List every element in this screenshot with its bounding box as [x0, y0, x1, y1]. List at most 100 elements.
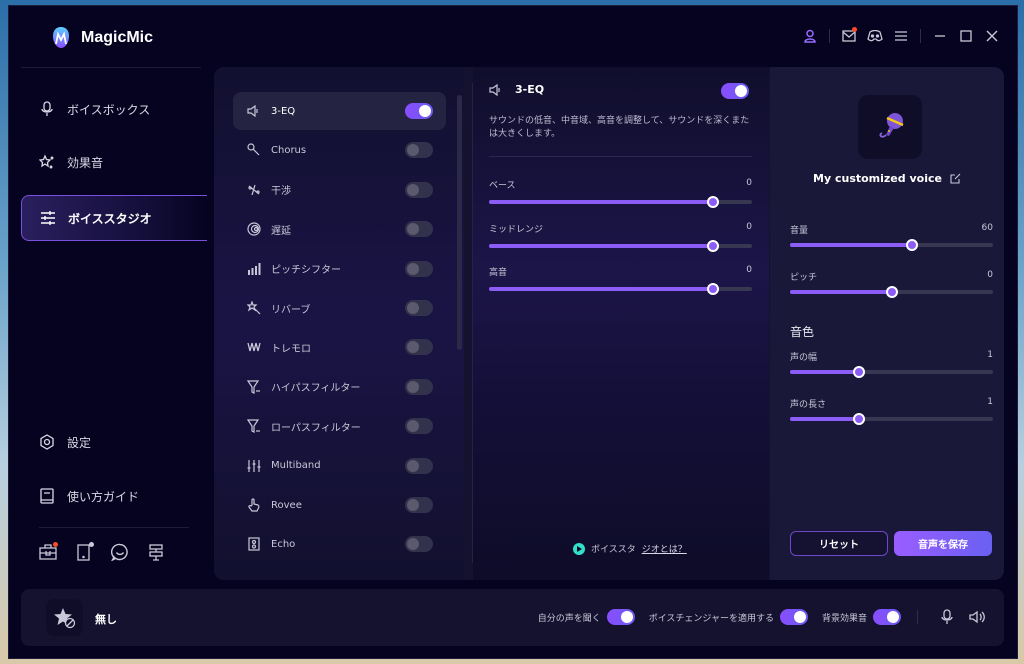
slider-value: 1	[987, 350, 993, 360]
effect-toggle[interactable]	[405, 260, 433, 277]
toggle-knob	[793, 611, 806, 623]
slider-fill	[790, 290, 892, 294]
close-icon[interactable]	[979, 26, 1005, 46]
chat-icon[interactable]	[110, 543, 129, 562]
sidebar-item-label: 使い方ガイド	[67, 489, 140, 504]
microphone-icon[interactable]	[938, 608, 956, 626]
slider-fill	[489, 287, 713, 291]
help-prefix: ボイススタ	[591, 545, 636, 555]
apply-voice-changer-toggle[interactable]	[779, 609, 808, 625]
slider-track[interactable]	[489, 196, 752, 208]
effect-item[interactable]: 干渉	[233, 171, 446, 209]
slider-thumb[interactable]	[707, 239, 719, 252]
signpost-icon[interactable]	[147, 543, 165, 561]
sidebar-item-label: 設定	[67, 435, 92, 450]
effect-item[interactable]: 遅延	[233, 210, 446, 248]
divider	[917, 610, 918, 624]
speaker-icon	[247, 104, 261, 118]
slider-track[interactable]	[489, 283, 752, 295]
minimize-icon[interactable]	[927, 26, 953, 46]
effect-toggle[interactable]	[405, 457, 433, 474]
hand-icon	[247, 498, 261, 512]
effect-item[interactable]: Multiband	[233, 447, 446, 485]
effect-toggle[interactable]	[405, 339, 433, 356]
slider-track[interactable]	[489, 239, 752, 252]
effect-toggle[interactable]	[405, 536, 433, 553]
notification-dot	[53, 542, 58, 547]
menu-icon[interactable]	[888, 26, 914, 46]
eq-enable-toggle[interactable]	[721, 83, 749, 99]
effect-toggle[interactable]	[405, 378, 433, 395]
toggle-knob	[407, 341, 419, 354]
effect-item[interactable]: リバーブ	[233, 289, 446, 327]
effect-toggle[interactable]	[405, 221, 433, 238]
sidebar-item-guide[interactable]: 使い方ガイド	[21, 473, 207, 519]
tremolo-wave-icon	[247, 340, 261, 354]
sidebar-item-voice-studio[interactable]: ボイススタジオ	[21, 195, 207, 241]
effect-item[interactable]: 3-EQ	[233, 92, 446, 130]
discord-icon[interactable]	[862, 26, 888, 46]
effect-toggle[interactable]	[405, 418, 433, 435]
slider-thumb[interactable]	[707, 283, 719, 295]
effect-item[interactable]: ピッチシフター	[233, 250, 446, 288]
divider	[920, 29, 921, 43]
sidebar-item-sound-effects[interactable]: 効果音	[21, 139, 207, 185]
effect-label: Echo	[271, 538, 296, 550]
effect-item[interactable]: Chorus	[233, 131, 446, 169]
background-sound-toggle[interactable]	[873, 609, 901, 625]
help-link-text[interactable]: ジオとは？	[642, 542, 687, 555]
sidebar-item-voicebox[interactable]: ボイスボックス	[21, 86, 207, 132]
slider-track[interactable]	[790, 366, 993, 378]
mail-icon[interactable]	[836, 26, 862, 46]
delay-icon	[247, 222, 261, 236]
effect-item[interactable]: Echo	[233, 525, 446, 563]
save-voice-button[interactable]: 音声を保存	[894, 531, 992, 556]
speaker-volume-icon[interactable]	[968, 608, 986, 626]
voice-studio-help-link[interactable]: ボイススタ ジオとは？	[573, 542, 687, 555]
sidebar-item-settings[interactable]: 設定	[21, 419, 207, 465]
slider-track[interactable]	[790, 286, 993, 298]
slider-thumb[interactable]	[886, 286, 898, 298]
effect-label: ピッチシフター	[271, 265, 341, 277]
timbre-title: 音色	[790, 325, 815, 339]
lowpass-filter-icon	[247, 419, 261, 434]
effects-scrollbar[interactable]	[457, 95, 462, 350]
slider-track[interactable]	[790, 413, 993, 425]
effect-toggle[interactable]	[405, 300, 433, 316]
slider-track[interactable]	[790, 239, 993, 251]
sliders-icon	[41, 211, 55, 225]
user-icon[interactable]	[797, 26, 823, 46]
effect-toggle[interactable]	[405, 497, 433, 513]
no-effect-star-icon	[53, 607, 75, 628]
maximize-icon[interactable]	[953, 26, 979, 46]
interference-icon	[247, 183, 261, 197]
mobile-icon[interactable]	[75, 542, 94, 561]
toggle-knob	[407, 262, 419, 275]
toolbox-icon[interactable]	[39, 542, 58, 561]
mic-chorus-icon	[247, 143, 261, 157]
effect-item[interactable]: ローパスフィルター	[233, 407, 446, 445]
slider-thumb[interactable]	[853, 366, 865, 378]
slider-fill	[489, 200, 713, 204]
slider-label: 声の長さ	[790, 400, 827, 410]
edit-icon[interactable]	[950, 173, 961, 184]
slider-thumb[interactable]	[707, 196, 719, 208]
effect-label: ローパスフィルター	[271, 422, 361, 434]
effect-item[interactable]: ハイパスフィルター	[233, 368, 446, 406]
status-dot	[89, 542, 94, 547]
effect-item[interactable]: トレモロ	[233, 328, 446, 366]
effect-toggle[interactable]	[405, 142, 433, 159]
reset-button[interactable]: リセット	[790, 531, 888, 556]
speaker-icon	[489, 83, 500, 96]
effect-toggle[interactable]	[405, 181, 433, 198]
monitor-voice-toggle[interactable]	[606, 609, 635, 625]
voice-avatar[interactable]	[858, 95, 922, 159]
effect-label: Multiband	[271, 460, 321, 472]
slider-thumb[interactable]	[906, 239, 918, 251]
current-effect-icon[interactable]	[46, 599, 83, 636]
bottom-controls: 自分の声を聞く ボイスチェンジャーを適用する 背景効果音	[538, 608, 986, 626]
effect-toggle[interactable]	[405, 103, 433, 119]
effect-item[interactable]: Rovee	[233, 486, 446, 524]
slider-value: 0	[746, 221, 752, 232]
slider-thumb[interactable]	[853, 413, 865, 425]
